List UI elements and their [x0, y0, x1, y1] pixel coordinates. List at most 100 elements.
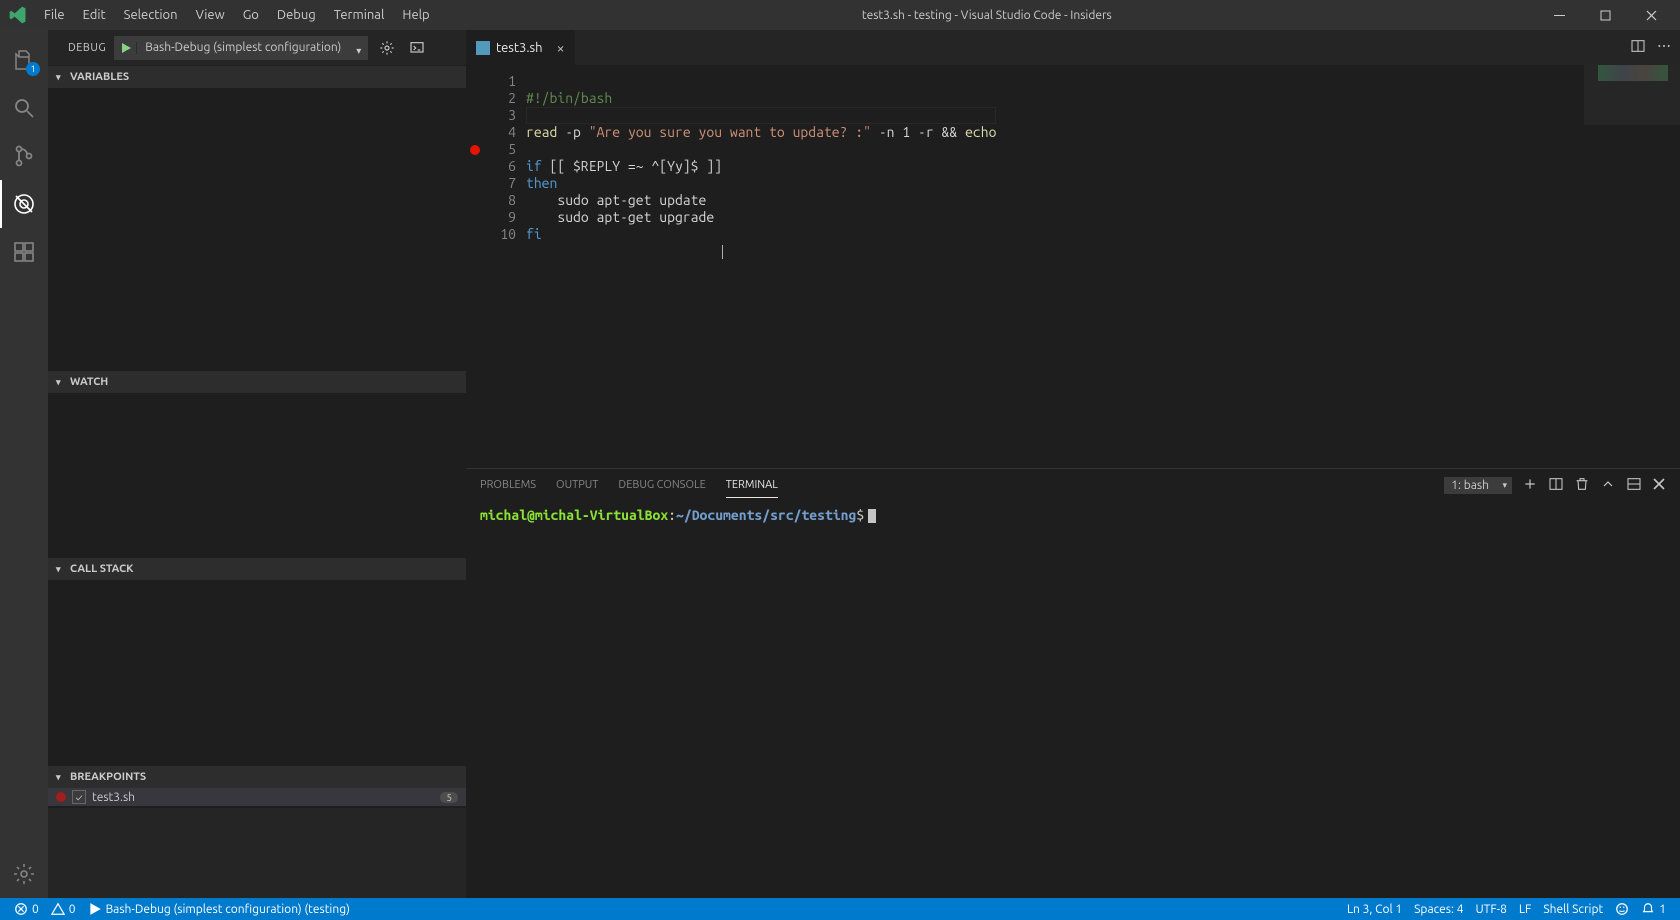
- menu-terminal[interactable]: Terminal: [326, 4, 393, 26]
- status-feedback[interactable]: [1609, 902, 1635, 916]
- tab-debug-console[interactable]: DEBUG CONSOLE: [618, 473, 705, 497]
- section-body-variables: [48, 88, 466, 370]
- status-errors[interactable]: 0: [8, 902, 45, 916]
- status-notifications[interactable]: 1: [1635, 902, 1672, 916]
- more-actions-icon[interactable]: [1656, 38, 1672, 57]
- debug-config-select[interactable]: Bash-Debug (simplest configuration)▾: [114, 36, 368, 60]
- activity-debug[interactable]: [0, 180, 48, 228]
- code-token: [[ $REPLY =~ ^[Yy]$ ]]: [542, 158, 722, 174]
- vscode-insiders-icon: [8, 5, 28, 25]
- menu-go[interactable]: Go: [235, 4, 267, 26]
- status-bell-count: 1: [1659, 903, 1666, 916]
- linenum: 5: [466, 141, 516, 158]
- warning-icon: [51, 902, 65, 916]
- activity-scm[interactable]: [0, 132, 48, 180]
- sidebar: DEBUG Bash-Debug (simplest configuration…: [48, 30, 466, 898]
- debug-settings-icon[interactable]: [376, 37, 398, 59]
- gutter[interactable]: 1 2 3 4 5 6 7 8 9 10: [466, 65, 526, 468]
- start-debug-icon[interactable]: [115, 42, 137, 54]
- sidebar-header: DEBUG Bash-Debug (simplest configuration…: [48, 30, 466, 65]
- terminal-select[interactable]: 1: bash▾: [1444, 477, 1512, 494]
- breakpoint-dot-icon: [56, 792, 66, 802]
- debug-console-icon[interactable]: [406, 37, 428, 59]
- tab-close-icon[interactable]: ×: [557, 40, 565, 56]
- play-icon: [88, 902, 102, 916]
- section-body-breakpoints: test3.sh 5: [48, 788, 466, 808]
- linenum: 7: [466, 175, 516, 192]
- status-spaces[interactable]: Spaces: 4: [1408, 903, 1469, 916]
- section-variables: ▾VARIABLES: [48, 65, 466, 370]
- editor-cursor: [722, 245, 723, 259]
- activity-explorer[interactable]: 1: [0, 36, 48, 84]
- code-token: "Are you sure you want to update? :": [589, 124, 871, 140]
- section-body-callstack: [48, 580, 466, 765]
- section-head-watch[interactable]: ▾WATCH: [48, 371, 466, 393]
- status-launch[interactable]: Bash-Debug (simplest configuration) (tes…: [82, 902, 356, 916]
- status-lncol[interactable]: Ln 3, Col 1: [1341, 903, 1408, 916]
- kill-terminal-icon[interactable]: [1574, 476, 1590, 495]
- section-title-callstack: CALL STACK: [70, 563, 133, 575]
- activity-search[interactable]: [0, 84, 48, 132]
- editor[interactable]: 1 2 3 4 5 6 7 8 9 10 #!/bin/bash read -p…: [466, 65, 1680, 468]
- debug-config-name: Bash-Debug (simplest configuration)▾: [137, 41, 367, 54]
- activity-settings[interactable]: [0, 850, 48, 898]
- twisty-down-icon: ▾: [56, 564, 66, 575]
- split-terminal-icon[interactable]: [1548, 476, 1564, 495]
- menu-help[interactable]: Help: [394, 4, 437, 26]
- section-head-variables[interactable]: ▾VARIABLES: [48, 66, 466, 88]
- breakpoint-item[interactable]: test3.sh 5: [48, 788, 466, 806]
- section-head-callstack[interactable]: ▾ CALL STACK: [48, 558, 466, 580]
- tab-test3[interactable]: test3.sh ×: [466, 30, 576, 65]
- section-title-breakpoints: BREAKPOINTS: [70, 771, 146, 783]
- workbench: 1 DEBUG: [0, 30, 1680, 898]
- maximize-button[interactable]: [1582, 0, 1628, 30]
- code-token: sudo apt-get upgrade: [526, 209, 714, 225]
- menu-selection[interactable]: Selection: [116, 4, 186, 26]
- code-token: sudo apt-get update: [526, 192, 706, 208]
- smiley-icon: [1615, 902, 1629, 916]
- code-token: then: [526, 175, 557, 191]
- code-token: -p: [557, 124, 588, 140]
- menu-edit[interactable]: Edit: [75, 4, 114, 26]
- menu-bar: File Edit Selection View Go Debug Termin…: [36, 4, 438, 26]
- maximize-panel-icon[interactable]: [1626, 476, 1642, 495]
- menu-file[interactable]: File: [36, 4, 73, 26]
- terminal-cursor: [868, 509, 876, 523]
- bottom-panel: PROBLEMS OUTPUT DEBUG CONSOLE TERMINAL 1…: [466, 468, 1680, 898]
- status-eol[interactable]: LF: [1513, 903, 1537, 916]
- code-token: #!/bin/bash: [526, 90, 612, 106]
- twisty-down-icon: ▾: [56, 72, 66, 83]
- current-line-highlight: [526, 107, 996, 124]
- linenum: 4: [466, 124, 516, 141]
- close-button[interactable]: [1628, 0, 1674, 30]
- bell-icon: [1641, 902, 1655, 916]
- error-icon: [14, 902, 28, 916]
- terminal-dollar: $: [856, 507, 864, 523]
- panel-tabs: PROBLEMS OUTPUT DEBUG CONSOLE TERMINAL 1…: [466, 469, 1680, 501]
- minimap-slider[interactable]: [1584, 65, 1680, 125]
- status-warnings[interactable]: 0: [45, 902, 82, 916]
- new-terminal-icon[interactable]: [1522, 476, 1538, 495]
- status-encoding[interactable]: UTF-8: [1469, 903, 1512, 916]
- code-area[interactable]: #!/bin/bash read -p "Are you sure you wa…: [526, 65, 996, 468]
- tab-output[interactable]: OUTPUT: [556, 473, 598, 497]
- minimize-button[interactable]: [1536, 0, 1582, 30]
- split-editor-icon[interactable]: [1630, 38, 1646, 57]
- linenum: 1: [466, 73, 516, 90]
- window-controls: [1536, 0, 1674, 30]
- menu-debug[interactable]: Debug: [269, 4, 324, 26]
- close-panel-icon[interactable]: [1652, 477, 1666, 494]
- terminal[interactable]: michal@michal-VirtualBox:~/Documents/src…: [466, 501, 1680, 898]
- tab-terminal[interactable]: TERMINAL: [726, 473, 778, 498]
- panel-up-icon[interactable]: [1600, 476, 1616, 495]
- breakpoint-glyph-icon[interactable]: [470, 145, 480, 155]
- breakpoint-checkbox[interactable]: [72, 790, 86, 804]
- menu-view[interactable]: View: [188, 4, 233, 26]
- section-head-breakpoints[interactable]: ▾BREAKPOINTS: [48, 766, 466, 788]
- status-lang[interactable]: Shell Script: [1537, 903, 1609, 916]
- tab-problems[interactable]: PROBLEMS: [480, 473, 536, 497]
- section-title-watch: WATCH: [70, 376, 108, 388]
- status-bar: 0 0 Bash-Debug (simplest configuration) …: [0, 898, 1680, 920]
- activity-extensions[interactable]: [0, 228, 48, 276]
- explorer-badge: 1: [26, 62, 40, 76]
